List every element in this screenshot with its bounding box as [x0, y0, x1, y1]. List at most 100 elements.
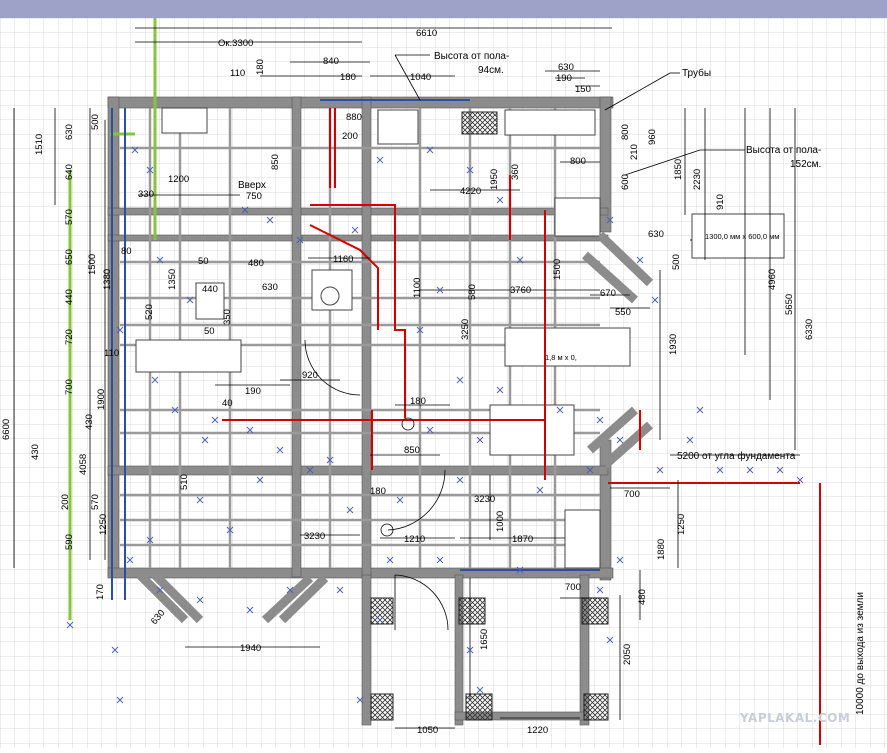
svg-text:440: 440 [202, 284, 218, 295]
svg-text:720: 720 [64, 329, 75, 345]
column-7 [461, 111, 498, 135]
svg-text:850: 850 [270, 154, 281, 170]
wall-mid-h3 [107, 465, 609, 476]
svg-text:150: 150 [575, 84, 591, 95]
svg-text:750: 750 [246, 191, 262, 202]
height-note-152: Высота от пола- [746, 145, 821, 156]
svg-text:1500: 1500 [552, 259, 563, 280]
ground-exit-note: 10000 до выхода из земли [855, 592, 866, 715]
svg-text:200: 200 [342, 131, 358, 142]
svg-text:210: 210 [629, 144, 640, 160]
svg-text:110: 110 [104, 348, 119, 359]
svg-text:Ок.3300: Ок.3300 [218, 38, 253, 49]
svg-text:700: 700 [624, 489, 640, 500]
column-2 [458, 597, 486, 625]
svg-text:550: 550 [615, 307, 631, 318]
pipes-label: Трубы [682, 67, 711, 79]
svg-text:180: 180 [370, 486, 386, 497]
svg-text:3230: 3230 [304, 531, 325, 542]
fixture-box-lower [564, 509, 601, 569]
svg-text:1650: 1650 [479, 629, 490, 650]
fixture-top-left [161, 107, 208, 134]
svg-text:920: 920 [302, 370, 318, 381]
svg-text:1250: 1250 [676, 514, 687, 535]
svg-text:1050: 1050 [417, 725, 438, 736]
svg-text:640: 640 [64, 164, 75, 180]
stairs-up-label: Вверх [238, 180, 266, 191]
svg-text:430: 430 [30, 444, 41, 460]
svg-text:840: 840 [323, 56, 339, 67]
column-4 [370, 693, 394, 721]
svg-text:4220: 4220 [460, 186, 481, 197]
watermark: YAPLAKAL.COM [739, 711, 850, 725]
svg-text:480: 480 [637, 589, 648, 605]
svg-text:880: 880 [346, 112, 362, 123]
svg-text:500: 500 [671, 254, 682, 270]
svg-text:510: 510 [179, 474, 190, 490]
box-size-label: 1300,0 мм х 600,0 мм [705, 232, 779, 241]
wall-top [107, 96, 614, 109]
svg-text:2230: 2230 [692, 169, 703, 190]
fixture-table-2 [135, 339, 242, 373]
floor-plan-canvas[interactable]: Высота от пола- 94см. Трубы Высота от по… [0, 18, 887, 748]
svg-text:1940: 1940 [240, 643, 261, 654]
svg-text:520: 520 [144, 304, 155, 320]
wall-porch-left [361, 574, 372, 726]
column-1 [370, 597, 394, 625]
svg-text:1880: 1880 [656, 539, 667, 560]
svg-text:1200: 1200 [168, 174, 189, 185]
svg-text:50: 50 [204, 326, 215, 337]
svg-text:190: 190 [245, 386, 261, 397]
wall-v1 [291, 96, 302, 578]
svg-text:3250: 3250 [460, 319, 471, 340]
svg-text:3760: 3760 [510, 285, 531, 296]
svg-text:570: 570 [90, 494, 101, 510]
table-size-label: 1,8 м х 0, [545, 353, 577, 362]
svg-text:650: 650 [64, 249, 75, 265]
fixture-sink-2 [504, 109, 596, 136]
svg-text:1510: 1510 [34, 134, 45, 155]
svg-text:800: 800 [620, 124, 631, 140]
svg-text:1210: 1210 [404, 534, 425, 545]
svg-text:6610: 6610 [416, 28, 437, 39]
svg-text:2050: 2050 [622, 644, 633, 665]
svg-text:440: 440 [64, 289, 75, 305]
svg-text:570: 570 [64, 209, 75, 225]
svg-text:670: 670 [600, 288, 616, 299]
svg-text:700: 700 [565, 582, 581, 593]
svg-text:850: 850 [404, 445, 420, 456]
svg-text:4960: 4960 [767, 269, 778, 290]
svg-text:1350: 1350 [167, 269, 178, 290]
svg-text:1000: 1000 [495, 511, 506, 532]
svg-text:480: 480 [248, 258, 264, 269]
svg-text:1380: 1380 [102, 269, 113, 290]
wall-left [107, 96, 120, 578]
svg-text:1850: 1850 [673, 159, 684, 180]
svg-text:50: 50 [198, 256, 209, 267]
svg-text:630: 630 [558, 62, 574, 73]
svg-text:330: 330 [138, 189, 154, 200]
svg-text:910: 910 [715, 194, 726, 210]
height-note-94: Высота от пола- [434, 51, 509, 62]
svg-text:1220: 1220 [527, 725, 548, 736]
svg-text:180: 180 [340, 72, 356, 83]
wall-v2 [361, 96, 372, 578]
svg-text:80: 80 [121, 246, 132, 257]
height-note-152b: 152см. [790, 159, 821, 170]
column-3 [581, 597, 609, 625]
grid-background [0, 18, 887, 748]
svg-text:190: 190 [556, 73, 572, 84]
foundation-note: 5200 от угла фундамента [677, 450, 796, 462]
svg-text:3230: 3230 [474, 494, 495, 505]
window-titlebar [0, 0, 887, 18]
svg-text:6600: 6600 [1, 419, 12, 440]
svg-text:360: 360 [510, 164, 521, 180]
svg-text:1870: 1870 [512, 534, 533, 545]
svg-text:170: 170 [95, 584, 106, 600]
svg-text:630: 630 [262, 282, 278, 293]
svg-text:110: 110 [230, 68, 245, 79]
svg-text:430: 430 [84, 414, 95, 430]
fixture-stove [489, 404, 575, 456]
column-6 [583, 693, 609, 721]
svg-text:6330: 6330 [804, 319, 815, 340]
